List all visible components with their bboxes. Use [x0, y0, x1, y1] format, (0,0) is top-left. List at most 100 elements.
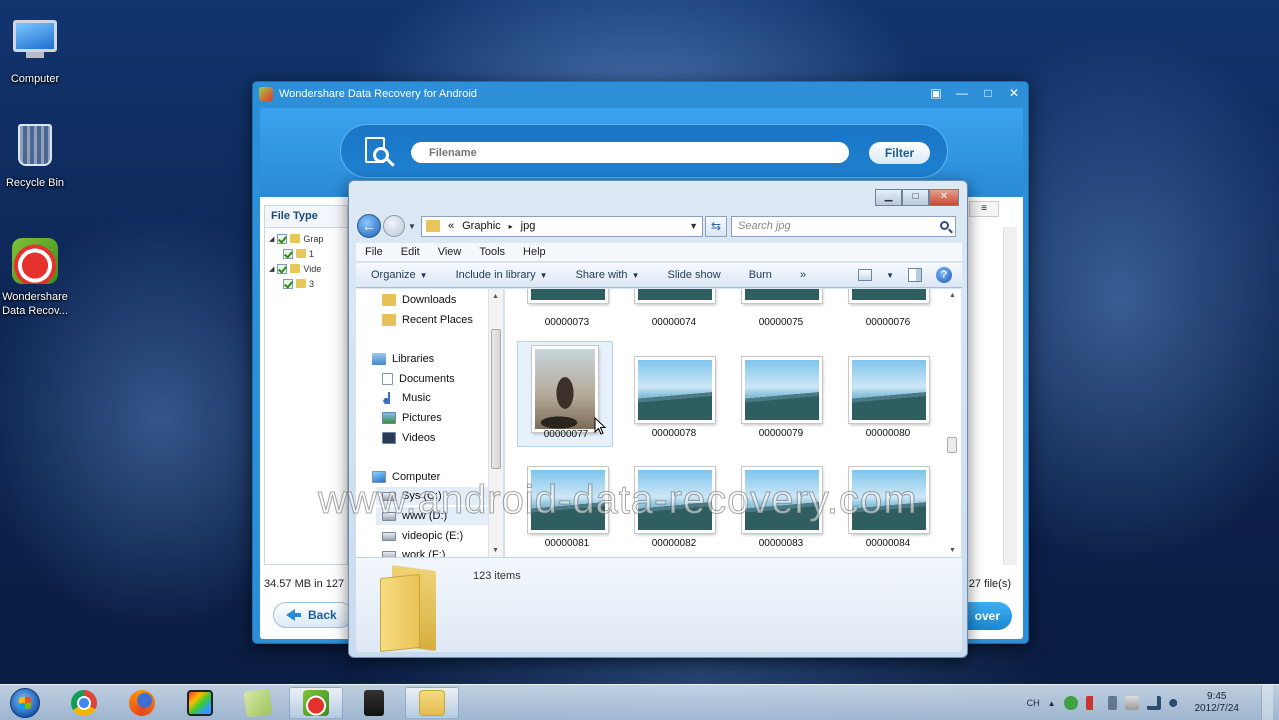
tray-expand-icon[interactable]: ▲: [1048, 699, 1056, 708]
maximize-button[interactable]: □: [902, 189, 929, 206]
recent-pages-dropdown-icon[interactable]: ▼: [407, 222, 417, 231]
menu-tools[interactable]: Tools: [479, 246, 505, 258]
desktop-icon-wondershare[interactable]: Wondershare Data Recov...: [0, 238, 72, 318]
taskbar-explorer[interactable]: [405, 687, 459, 719]
breadcrumb-jpg[interactable]: jpg: [521, 220, 536, 232]
minimize-icon[interactable]: —: [956, 86, 968, 100]
more-commands-button[interactable]: »: [800, 269, 806, 281]
nav-item-videos[interactable]: Videos: [382, 429, 435, 447]
network-icon[interactable]: [1146, 696, 1161, 710]
tray-app-icon[interactable]: [1124, 696, 1139, 710]
scroll-up-icon[interactable]: ▲: [492, 293, 499, 300]
nav-item-pictures[interactable]: Pictures: [382, 409, 442, 427]
taskbar-chrome[interactable]: [57, 687, 111, 719]
view-dropdown-icon[interactable]: ▼: [886, 271, 894, 280]
taskbar-wondershare[interactable]: [289, 687, 343, 719]
search-input[interactable]: Search jpg: [731, 215, 956, 237]
navigation-pane: Downloads Recent Places Libraries Docume…: [356, 289, 504, 557]
close-button[interactable]: ✕: [929, 189, 959, 206]
menu-file[interactable]: File: [365, 246, 383, 258]
desktop-icon-computer[interactable]: Computer: [0, 18, 72, 86]
change-view-icon[interactable]: [858, 269, 873, 281]
breadcrumb-graphic[interactable]: Graphic: [462, 220, 501, 232]
volume-icon[interactable]: [1168, 696, 1183, 710]
nav-item-music[interactable]: Music: [382, 389, 431, 407]
scroll-down-icon[interactable]: ▼: [492, 547, 499, 554]
nav-item-downloads[interactable]: Downloads: [382, 291, 456, 309]
file-tile[interactable]: 00000080: [840, 341, 936, 447]
desktop-icon-label: Computer: [10, 73, 60, 85]
search-icon[interactable]: [940, 220, 949, 230]
content-scrollbar[interactable]: ▲ ▼: [944, 289, 961, 557]
refresh-button[interactable]: ⇆: [705, 215, 727, 237]
file-tile[interactable]: 00000078: [626, 341, 722, 447]
address-dropdown-icon[interactable]: ▼: [689, 221, 698, 231]
burn-button[interactable]: Burn: [749, 269, 772, 281]
nav-item-libraries[interactable]: Libraries: [372, 350, 434, 368]
back-button[interactable]: Back: [273, 602, 353, 628]
organize-button[interactable]: Organize ▼: [371, 269, 428, 281]
include-in-library-button[interactable]: Include in library ▼: [456, 269, 548, 281]
show-desktop-button[interactable]: [1261, 685, 1273, 720]
scrollbar-thumb[interactable]: [491, 329, 501, 469]
menu-help[interactable]: Help: [523, 246, 546, 258]
filter-button[interactable]: Filter: [869, 142, 930, 164]
maximize-icon[interactable]: □: [982, 86, 994, 100]
device-icon[interactable]: [1107, 696, 1117, 710]
preview-pane-icon[interactable]: [908, 268, 922, 282]
menu-view[interactable]: View: [438, 246, 462, 258]
flag-icon[interactable]: [1085, 696, 1100, 710]
share-with-button[interactable]: Share with ▼: [576, 269, 640, 281]
nav-item-documents[interactable]: Documents: [382, 370, 455, 388]
forward-arrow-button[interactable]: [383, 215, 405, 237]
taskbar-notepad[interactable]: [231, 687, 285, 719]
breadcrumb-prefix[interactable]: «: [448, 220, 454, 232]
taskbar-firefox[interactable]: [115, 687, 169, 719]
clock[interactable]: 9:45 2012/7/24: [1195, 691, 1240, 715]
scroll-down-icon[interactable]: ▼: [949, 547, 956, 554]
tray-app-icon[interactable]: [1063, 696, 1078, 710]
address-bar[interactable]: « Graphic ▸ jpg ▼: [421, 215, 703, 237]
scroll-up-icon[interactable]: ▲: [949, 292, 956, 299]
minimize-button[interactable]: ▁: [875, 189, 902, 206]
file-tile[interactable]: 00000082: [626, 451, 722, 557]
drive-icon: [382, 511, 396, 521]
tree-item-graphic[interactable]: ◢ Grap: [265, 231, 347, 246]
checkbox[interactable]: [283, 248, 293, 259]
start-button[interactable]: [2, 686, 48, 720]
back-arrow-button[interactable]: ←: [357, 214, 381, 238]
file-tile[interactable]: 00000079: [733, 341, 829, 447]
taskbar-camera[interactable]: [347, 687, 401, 719]
checkbox[interactable]: [283, 278, 293, 289]
menu-edit[interactable]: Edit: [401, 246, 420, 258]
help-icon[interactable]: ?: [936, 267, 952, 283]
file-tile[interactable]: 00000081: [519, 451, 615, 557]
nav-item-drive-e[interactable]: videopic (E:): [382, 527, 463, 545]
desktop-icon-recycle-bin[interactable]: Recycle Bin: [0, 122, 72, 190]
filename-input[interactable]: [411, 142, 849, 163]
list-menu-button[interactable]: ≡: [969, 201, 999, 217]
feedback-icon[interactable]: ▣: [930, 86, 942, 100]
navigation-pane-scrollbar[interactable]: ▲ ▼: [488, 289, 503, 557]
close-icon[interactable]: ✕: [1008, 86, 1020, 100]
file-tile[interactable]: 00000084: [840, 451, 936, 557]
nav-item-drive-d[interactable]: www (D:): [376, 507, 488, 525]
file-tile[interactable]: 00000083: [733, 451, 829, 557]
breadcrumb-separator[interactable]: ▸: [509, 222, 513, 231]
checkbox[interactable]: [277, 263, 288, 274]
nav-item-drive-c[interactable]: Sys (C:): [376, 487, 488, 505]
tree-item-video-child[interactable]: 3: [265, 276, 347, 291]
tab-file-type[interactable]: File Type: [265, 206, 347, 228]
nav-item-computer[interactable]: Computer: [372, 468, 440, 486]
nav-item-recent-places[interactable]: Recent Places: [382, 311, 473, 329]
scrollbar-thumb[interactable]: [947, 437, 957, 453]
taskbar-media[interactable]: [173, 687, 227, 719]
slide-show-button[interactable]: Slide show: [667, 269, 720, 281]
camera-icon: [364, 690, 384, 716]
tree-item-video[interactable]: ◢ Vide: [265, 261, 347, 276]
tree-item-graphic-child[interactable]: 1: [265, 246, 347, 261]
nav-item-drive-f[interactable]: work (F:): [382, 546, 445, 557]
language-indicator[interactable]: CH: [1027, 698, 1040, 708]
app-scrollbar[interactable]: [1003, 227, 1017, 565]
checkbox[interactable]: [277, 233, 288, 244]
